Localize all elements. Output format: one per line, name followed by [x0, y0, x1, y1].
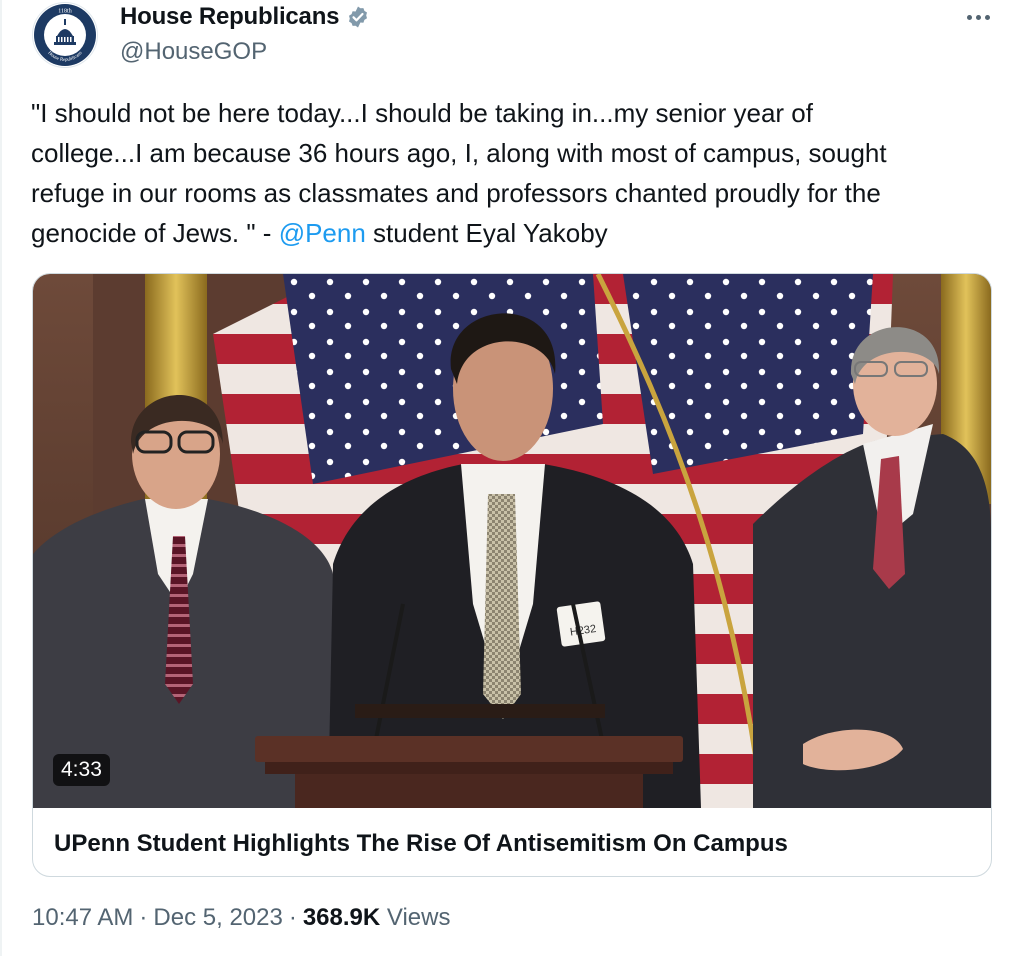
- video-title[interactable]: UPenn Student Highlights The Rise Of Ant…: [54, 830, 788, 858]
- avatar[interactable]: 118th House Republicans: [32, 2, 98, 68]
- tweet-time[interactable]: 10:47 AM: [32, 904, 133, 931]
- tweet-meta: 10:47 AM · Dec 5, 2023 · 368.9K Views: [32, 904, 450, 932]
- tweet-date[interactable]: Dec 5, 2023: [153, 904, 282, 931]
- tweet-text: "I should not be here today...I should b…: [31, 93, 991, 253]
- video-thumbnail: H232: [33, 274, 991, 808]
- timeline-border: [0, 0, 2, 956]
- tweet-line: college...I am because 36 hours ago, I, …: [31, 138, 887, 168]
- tweet-text-fragment: student Eyal Yakoby: [365, 218, 608, 248]
- separator: ·: [288, 904, 297, 931]
- video-card[interactable]: H232 4:33 UPenn Student Highlights The R…: [32, 273, 992, 877]
- views-count: 368.9K: [302, 904, 381, 931]
- author-name-row[interactable]: House Republicans: [120, 3, 370, 31]
- more-options-icon[interactable]: [958, 5, 998, 29]
- separator: ·: [139, 904, 148, 931]
- video-duration: 4:33: [53, 754, 110, 786]
- author-handle[interactable]: @HouseGOP: [120, 38, 267, 66]
- tweet-line: "I should not be here today...I should b…: [31, 98, 813, 128]
- house-seal-icon: 118th House Republicans: [34, 4, 96, 66]
- video-player[interactable]: H232 4:33: [33, 274, 991, 808]
- mention-link[interactable]: @Penn: [279, 218, 366, 248]
- author-display-name[interactable]: House Republicans: [120, 3, 340, 31]
- seal-top-text: 118th: [58, 9, 71, 15]
- tweet-line-last: genocide of Jews. " - @Penn student Eyal…: [31, 213, 991, 253]
- views-label: Views: [386, 904, 451, 931]
- verified-badge-icon[interactable]: [346, 5, 370, 29]
- tweet-line: refuge in our rooms as classmates and pr…: [31, 178, 881, 208]
- tweet-text-fragment: genocide of Jews. " -: [31, 218, 279, 248]
